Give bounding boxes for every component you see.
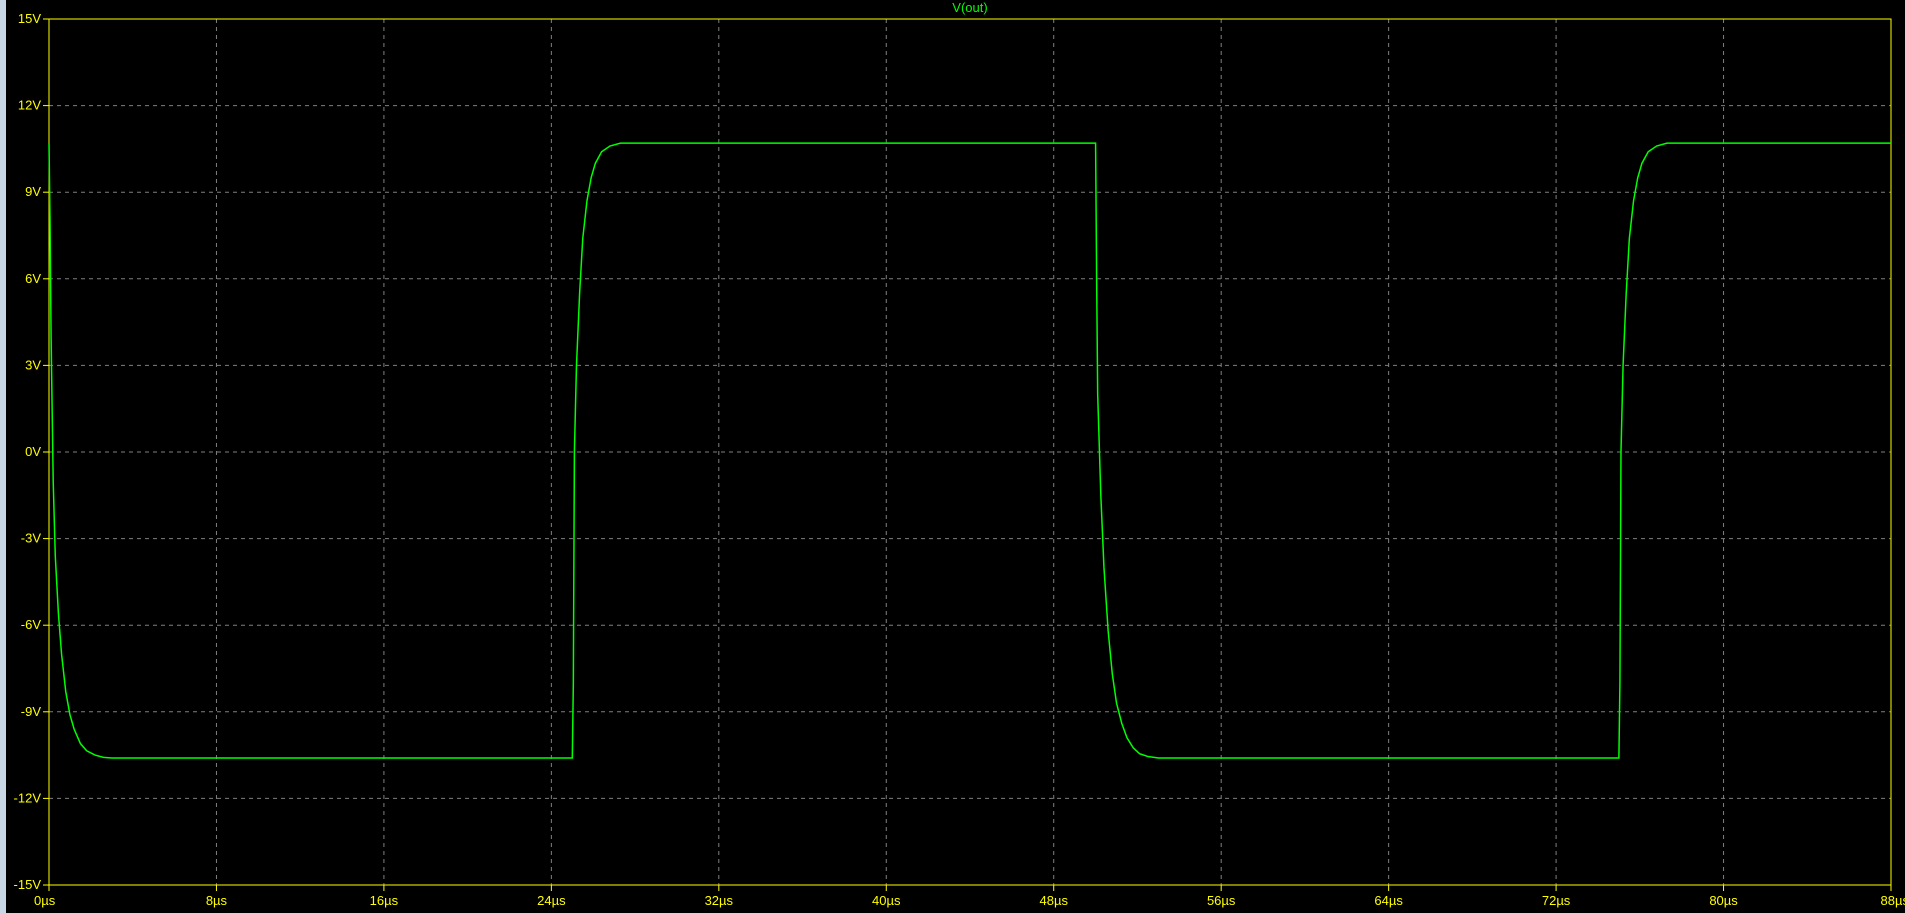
x-tick-label: 16µs: [370, 893, 399, 908]
y-tick-label: -12V: [14, 790, 42, 805]
y-tick-label: 0V: [25, 444, 41, 459]
trace-line-v-out[interactable]: [48, 142, 1891, 759]
y-tick-label: -15V: [14, 877, 42, 892]
x-tick-label: 80µs: [1709, 893, 1738, 908]
x-tick-label: 8µs: [206, 893, 228, 908]
plot-pane[interactable]: V(out) 15V 12V 9V 6V 3V 0V -3V -6V -9V -12V -15V 0…: [0, 0, 1905, 913]
x-tick-label: 88µs: [1881, 893, 1905, 908]
x-tick-label: 0µs: [34, 893, 56, 908]
trace-title-v-out[interactable]: V(out): [952, 0, 987, 15]
y-tick-label: 15V: [18, 11, 41, 26]
x-tick-label: 40µs: [872, 893, 901, 908]
y-axis-ticks: 15V 12V 9V 6V 3V 0V -3V -6V -9V -12V -15V: [14, 11, 49, 892]
x-tick-label: 48µs: [1040, 893, 1069, 908]
grid-lines: [49, 19, 1891, 885]
y-tick-label: 9V: [25, 184, 41, 199]
y-tick-label: -9V: [21, 704, 42, 719]
x-tick-label: 24µs: [537, 893, 566, 908]
y-tick-label: -6V: [21, 617, 42, 632]
y-tick-label: 12V: [18, 98, 41, 113]
x-tick-label: 56µs: [1207, 893, 1236, 908]
x-axis-ticks: 0µs 8µs 16µs 24µs 32µs 40µs 48µs 56µs 64µs 72µs 80…: [34, 885, 1905, 908]
x-tick-label: 32µs: [705, 893, 734, 908]
x-tick-label: 72µs: [1542, 893, 1571, 908]
y-tick-label: 6V: [25, 271, 41, 286]
waveform-plot[interactable]: V(out) 15V 12V 9V 6V 3V 0V -3V -6V -9V -12V -15V 0…: [6, 0, 1905, 913]
y-tick-label: -3V: [21, 531, 42, 546]
x-tick-label: 64µs: [1374, 893, 1403, 908]
y-tick-label: 3V: [25, 357, 41, 372]
